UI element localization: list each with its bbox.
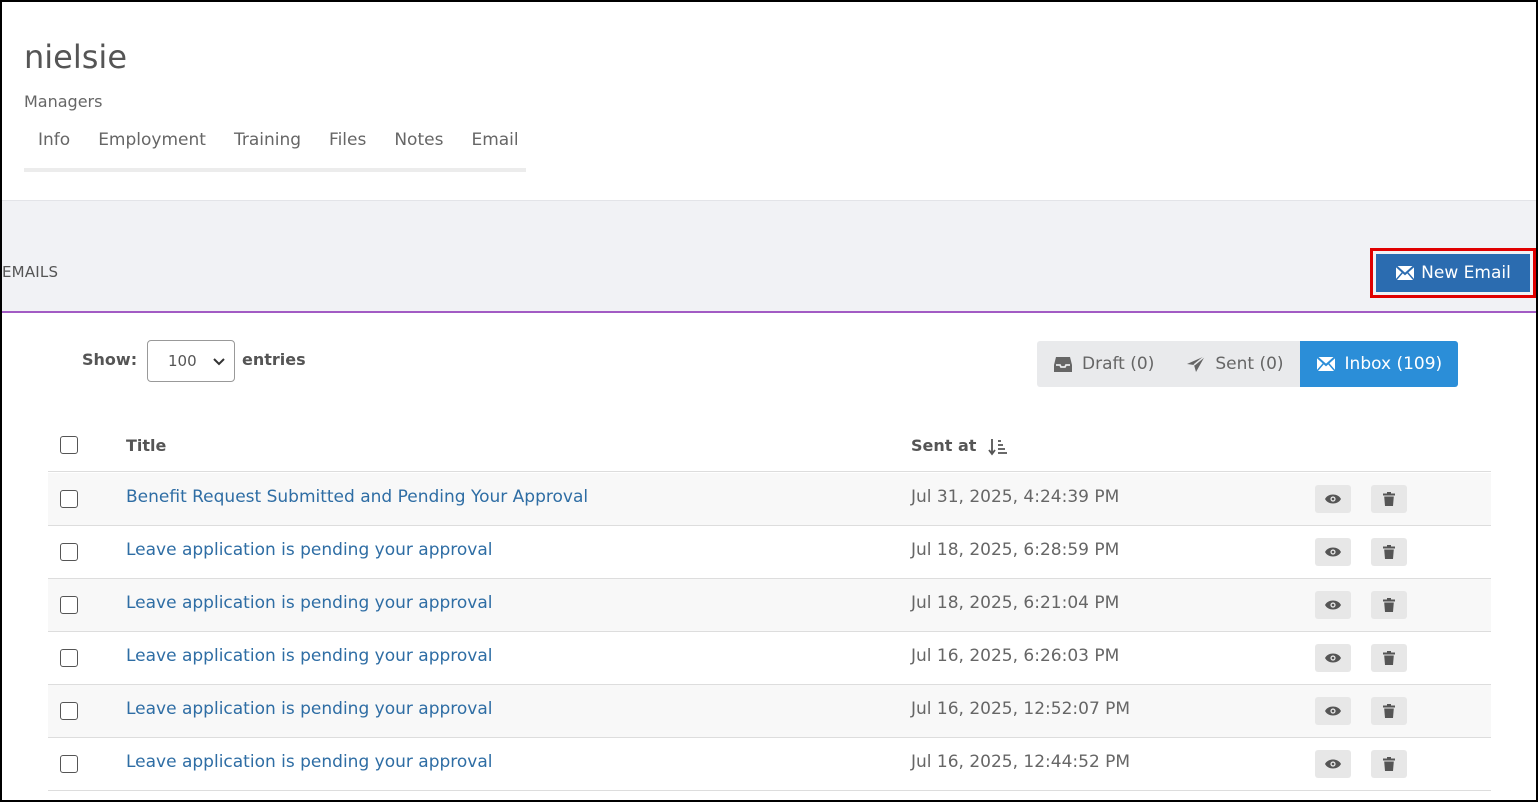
trash-icon: [1383, 704, 1395, 718]
delete-button[interactable]: [1371, 750, 1407, 778]
delete-button[interactable]: [1371, 591, 1407, 619]
trash-icon: [1383, 757, 1395, 771]
trash-icon: [1383, 545, 1395, 559]
eye-icon: [1325, 494, 1341, 504]
view-button[interactable]: [1315, 750, 1351, 778]
inbox-filter-label: Inbox (109): [1344, 354, 1443, 374]
email-sent-at: Jul 16, 2025, 12:44:52 PM: [911, 752, 1131, 772]
table-row: Leave application is pending your approv…: [48, 526, 1491, 579]
email-sent-at: Jul 18, 2025, 6:28:59 PM: [911, 540, 1120, 560]
view-button[interactable]: [1315, 697, 1351, 725]
row-checkbox[interactable]: [60, 649, 78, 667]
chevron-down-icon: [213, 358, 225, 366]
column-sent-at[interactable]: Sent at: [911, 436, 976, 455]
eye-icon: [1325, 600, 1341, 610]
eye-icon: [1325, 547, 1341, 557]
delete-button[interactable]: [1371, 538, 1407, 566]
email-title-link[interactable]: Leave application is pending your approv…: [126, 540, 493, 560]
eye-icon: [1325, 759, 1341, 769]
delete-button[interactable]: [1371, 697, 1407, 725]
new-email-label: New Email: [1421, 263, 1511, 283]
row-checkbox[interactable]: [60, 596, 78, 614]
page-size-value: 100: [168, 352, 197, 370]
select-all-checkbox[interactable]: [60, 436, 78, 454]
tab-notes[interactable]: Notes: [380, 120, 457, 168]
profile-tabs: Info Employment Training Files Notes Ema…: [24, 120, 526, 172]
table-row: Leave application is pending your approv…: [48, 632, 1491, 685]
draft-filter-button[interactable]: Draft (0): [1037, 341, 1171, 387]
eye-icon: [1325, 653, 1341, 663]
tab-email[interactable]: Email: [457, 120, 532, 168]
page-frame: nielsie Managers Info Employment Trainin…: [0, 0, 1538, 802]
delete-button[interactable]: [1371, 485, 1407, 513]
tab-info[interactable]: Info: [24, 120, 84, 168]
draft-filter-label: Draft (0): [1082, 354, 1155, 374]
trash-icon: [1383, 598, 1395, 612]
mailbox-filter-group: Draft (0) Sent (0) Inbox (109): [1037, 341, 1459, 387]
row-checkbox[interactable]: [60, 490, 78, 508]
envelope-icon: [1315, 356, 1336, 372]
view-button[interactable]: [1315, 644, 1351, 672]
email-title-link[interactable]: Leave application is pending your approv…: [126, 593, 493, 613]
page-size-select[interactable]: 100: [147, 340, 235, 382]
column-title[interactable]: Title: [126, 436, 166, 455]
new-email-button[interactable]: New Email: [1376, 254, 1530, 292]
table-row: Leave application is pending your approv…: [48, 579, 1491, 632]
row-checkbox[interactable]: [60, 543, 78, 561]
email-sent-at: Jul 31, 2025, 4:24:39 PM: [911, 487, 1120, 507]
view-button[interactable]: [1315, 538, 1351, 566]
email-title-link[interactable]: Leave application is pending your approv…: [126, 646, 493, 666]
email-title-link[interactable]: Benefit Request Submitted and Pending Yo…: [126, 487, 588, 507]
employee-name: nielsie: [24, 38, 127, 76]
tab-training[interactable]: Training: [220, 120, 315, 168]
table-row: Leave application is pending your approv…: [48, 685, 1491, 738]
table-row: Benefit Request Submitted and Pending Yo…: [48, 473, 1491, 526]
email-sent-at: Jul 18, 2025, 6:21:04 PM: [911, 593, 1120, 613]
tab-files[interactable]: Files: [315, 120, 380, 168]
sort-descending-icon[interactable]: [988, 438, 1008, 456]
eye-icon: [1325, 706, 1341, 716]
inbox-filter-button[interactable]: Inbox (109): [1299, 341, 1459, 387]
table-header: Title Sent at: [48, 422, 1491, 472]
table-row: Leave application is pending your approv…: [48, 738, 1491, 791]
row-checkbox[interactable]: [60, 702, 78, 720]
sent-filter-button[interactable]: Sent (0): [1170, 341, 1300, 387]
email-title-link[interactable]: Leave application is pending your approv…: [126, 699, 493, 719]
sent-filter-label: Sent (0): [1215, 354, 1284, 374]
paper-plane-icon: [1187, 355, 1206, 372]
email-title-link[interactable]: Leave application is pending your approv…: [126, 752, 493, 772]
view-button[interactable]: [1315, 485, 1351, 513]
row-checkbox[interactable]: [60, 755, 78, 773]
trash-icon: [1383, 492, 1395, 506]
email-sent-at: Jul 16, 2025, 6:26:03 PM: [911, 646, 1120, 666]
view-button[interactable]: [1315, 591, 1351, 619]
envelope-icon: [1395, 265, 1415, 281]
tab-employment[interactable]: Employment: [84, 120, 220, 168]
email-sent-at: Jul 16, 2025, 12:52:07 PM: [911, 699, 1131, 719]
entries-label: entries: [242, 350, 306, 369]
show-label: Show:: [82, 350, 138, 369]
emails-header-band: EMAILS New Email: [2, 200, 1536, 313]
section-title: EMAILS: [2, 263, 59, 281]
employee-department: Managers: [24, 92, 103, 111]
delete-button[interactable]: [1371, 644, 1407, 672]
inbox-tray-icon: [1054, 357, 1072, 372]
trash-icon: [1383, 651, 1395, 665]
